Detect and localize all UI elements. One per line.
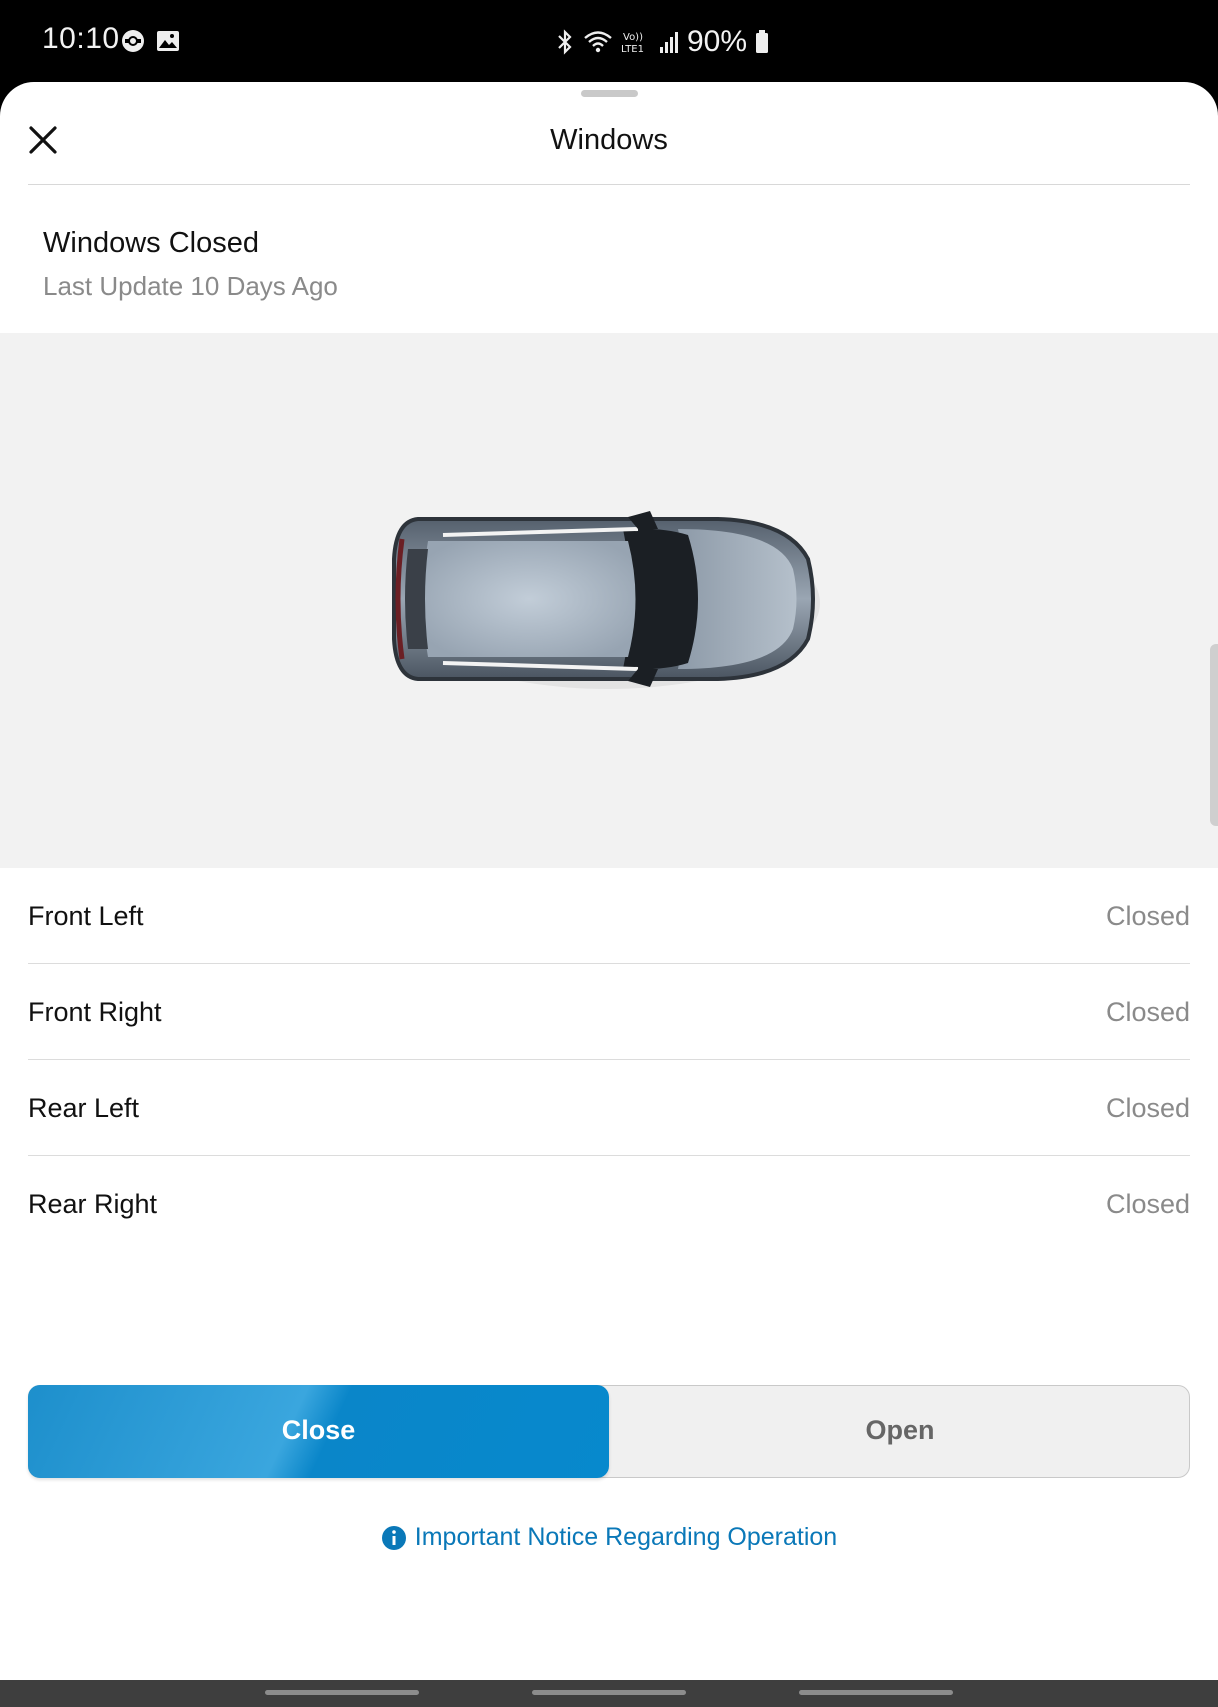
window-label-rear-left: Rear Left: [28, 1093, 140, 1123]
nav-pill-right[interactable]: [799, 1690, 953, 1695]
window-label-front-left: Front Left: [28, 901, 144, 931]
sync-icon: [122, 30, 144, 52]
battery-percent: 90%: [687, 25, 748, 58]
list-item: Front Right Closed: [28, 964, 1190, 1060]
open-windows-button[interactable]: Open: [610, 1386, 1190, 1477]
svg-text:Vo)): Vo)): [623, 32, 643, 43]
status-bar: 10:10 Vo)) LTE1 90%: [0, 0, 1218, 82]
last-update-text: Last Update 10 Days Ago: [43, 271, 338, 301]
status-time: 10:10: [42, 22, 120, 55]
window-state-rear-right: Closed: [1105, 1189, 1190, 1219]
status-summary: Windows Closed Last Update 10 Days Ago: [0, 185, 1218, 333]
status-indicators: Vo)) LTE1 90%: [555, 22, 769, 62]
window-state-front-left: Closed: [1105, 901, 1190, 931]
close-windows-button[interactable]: Close: [28, 1385, 609, 1478]
volte-icon: Vo)) LTE1: [621, 32, 644, 55]
bluetooth-icon: [558, 29, 572, 55]
important-notice-link[interactable]: Important Notice Regarding Operation: [0, 1523, 1218, 1556]
nav-pill-center[interactable]: [532, 1690, 686, 1695]
image-icon: [157, 31, 179, 51]
close-button-label: Close: [281, 1415, 356, 1445]
svg-text:LTE1: LTE1: [621, 44, 644, 55]
battery-icon: [756, 30, 769, 53]
scroll-handle[interactable]: [1210, 644, 1218, 826]
list-item: Rear Left Closed: [28, 1060, 1190, 1156]
signal-icon: [660, 32, 678, 53]
open-button-label: Open: [865, 1415, 935, 1445]
window-control-toggle: Close Open: [28, 1385, 1190, 1478]
window-status-list: Front Left Closed Front Right Closed Rea…: [0, 868, 1218, 1252]
window-label-front-right: Front Right: [28, 997, 162, 1027]
vehicle-image-panel: [0, 333, 1218, 868]
windows-status-title: Windows Closed: [43, 227, 259, 259]
info-icon: [381, 1525, 406, 1550]
list-item: Rear Right Closed: [28, 1156, 1190, 1252]
windows-sheet: Windows Windows Closed Last Update 10 Da…: [0, 82, 1218, 1680]
window-state-front-right: Closed: [1105, 997, 1190, 1027]
notice-text: Important Notice Regarding Operation: [414, 1523, 838, 1551]
sheet-header: Windows: [0, 82, 1218, 185]
window-state-rear-left: Closed: [1105, 1093, 1190, 1123]
nav-pill-left[interactable]: [265, 1690, 419, 1695]
window-label-rear-right: Rear Right: [28, 1189, 158, 1219]
page-title: Windows: [550, 124, 668, 156]
wifi-icon: [584, 31, 612, 53]
car-top-view-image: [392, 511, 820, 689]
system-nav-bar: [0, 1680, 1218, 1707]
list-item: Front Left Closed: [28, 868, 1190, 964]
